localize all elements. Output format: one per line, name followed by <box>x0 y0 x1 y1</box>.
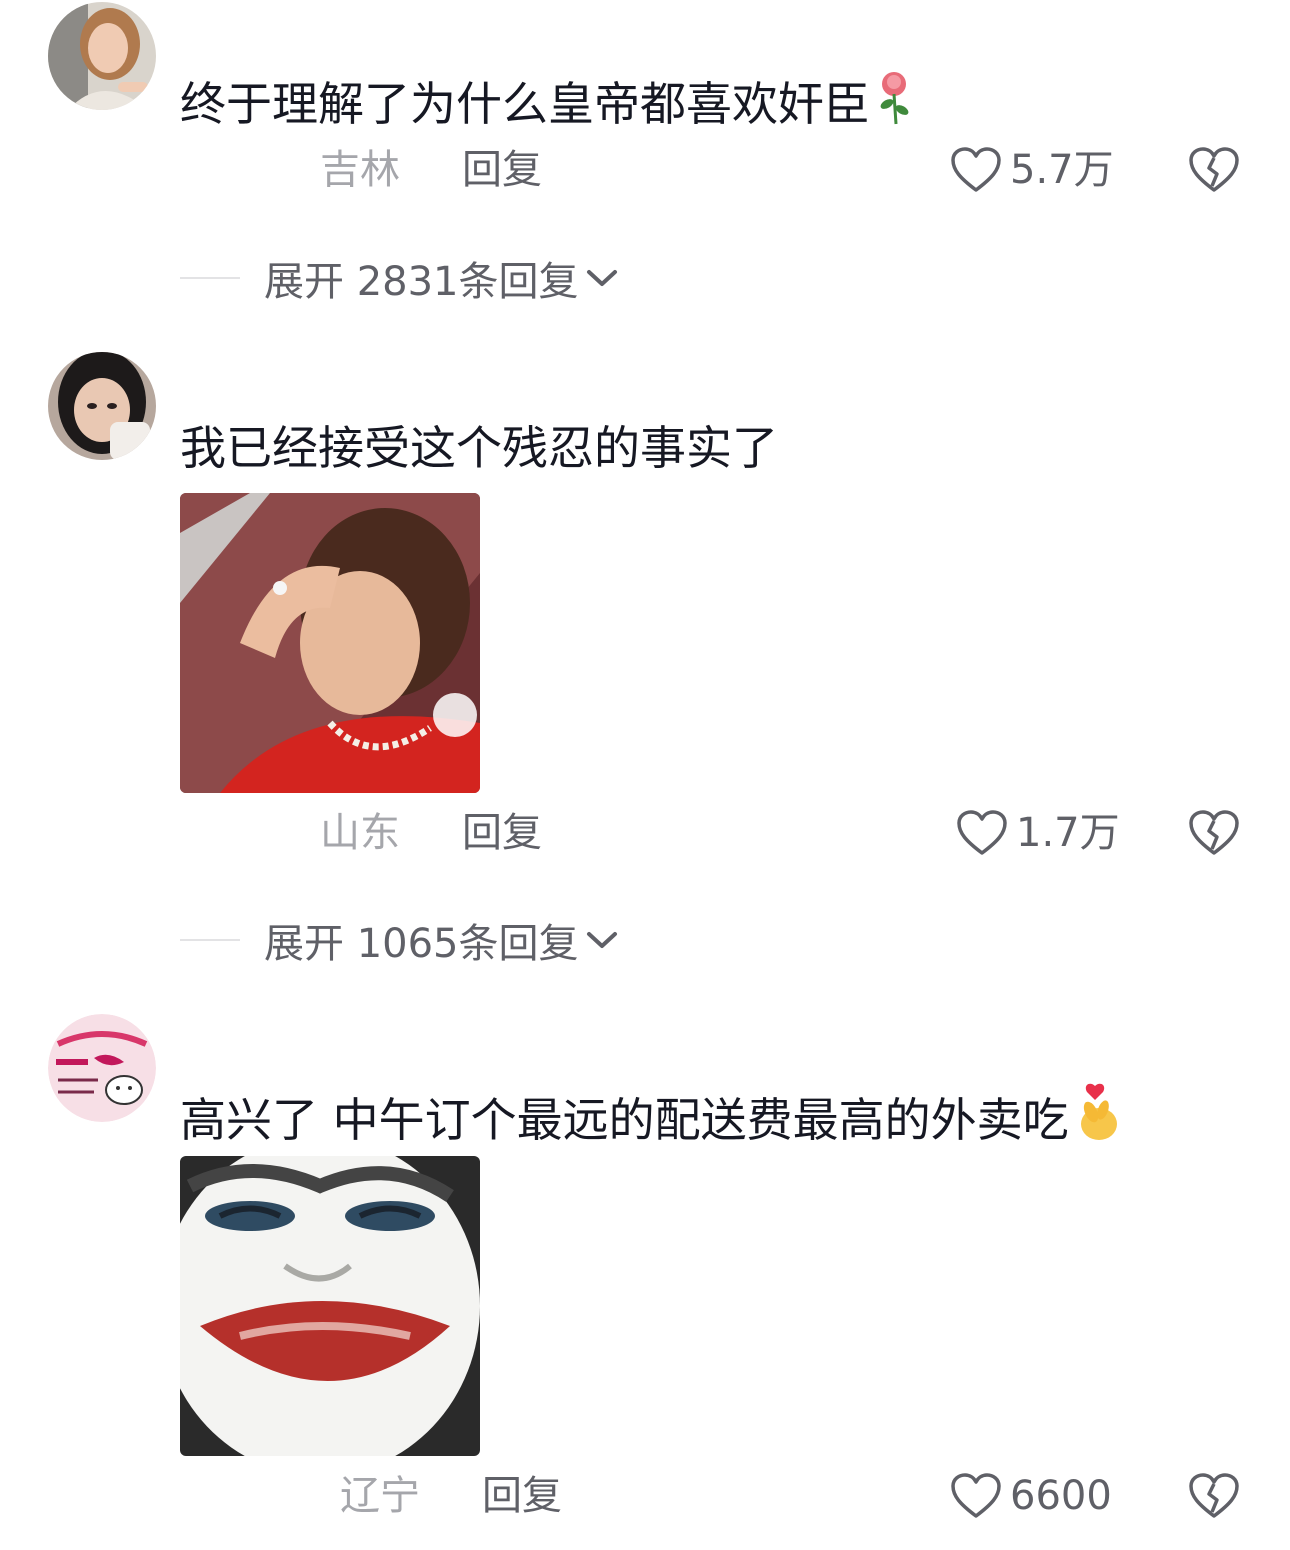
broken-heart-icon <box>1189 810 1239 855</box>
expand-replies-label: 展开 1065条回复 <box>264 921 579 967</box>
finger-heart-icon <box>1075 1082 1121 1156</box>
broken-heart-icon <box>1189 1473 1239 1518</box>
location-label: 辽宁 <box>340 1473 420 1519</box>
reply-button[interactable]: 回复 <box>482 1466 562 1526</box>
like-count: 1.7万 <box>1016 810 1120 856</box>
like-button[interactable]: 1.7万 <box>956 803 1120 863</box>
comment-image[interactable] <box>180 493 480 793</box>
comment-text: 终于理解了为什么皇帝都喜欢奸臣 <box>180 70 912 140</box>
comment-text-content: 高兴了 中午订个最远的配送费最高的外卖吃 <box>180 1093 1069 1147</box>
avatar[interactable] <box>48 352 156 460</box>
broken-heart-icon <box>1189 147 1239 192</box>
reply-button[interactable]: 回复 <box>462 803 542 863</box>
comment-text-content: 我已经接受这个残忍的事实了 <box>180 421 778 475</box>
expand-replies[interactable]: 展开 2831条回复 <box>180 248 619 308</box>
like-count: 5.7万 <box>1010 147 1114 193</box>
expand-replies[interactable]: 展开 1065条回复 <box>180 910 619 970</box>
comment-text: 我已经接受这个残忍的事实了 <box>180 418 778 478</box>
avatar[interactable] <box>48 1014 156 1122</box>
like-button[interactable]: 6600 <box>950 1466 1112 1526</box>
heart-outline-icon <box>957 810 1007 855</box>
dislike-button[interactable] <box>1188 1466 1240 1526</box>
avatar[interactable] <box>48 2 156 110</box>
comment-text-content: 终于理解了为什么皇帝都喜欢奸臣 <box>180 77 870 131</box>
dislike-button[interactable] <box>1188 140 1240 200</box>
like-button[interactable]: 5.7万 <box>950 140 1114 200</box>
comment-meta: 吉林 回复 5.7万 <box>0 140 1290 200</box>
expand-replies-label: 展开 2831条回复 <box>264 259 579 305</box>
location-label: 山东 <box>320 810 400 856</box>
chevron-down-icon <box>586 270 617 286</box>
expand-divider <box>180 939 240 941</box>
expand-divider <box>180 277 240 279</box>
chevron-down-icon <box>586 932 617 948</box>
dislike-button[interactable] <box>1188 803 1240 863</box>
heart-outline-icon <box>951 147 1001 192</box>
rose-icon <box>876 70 912 140</box>
comment-meta: 山东 回复 1.7万 <box>0 803 1290 863</box>
comment-image[interactable] <box>180 1156 480 1456</box>
comment-text: 高兴了 中午订个最远的配送费最高的外卖吃 <box>180 1082 1121 1156</box>
comment-meta: 辽宁 回复 6600 <box>0 1466 1290 1526</box>
location-label: 吉林 <box>320 147 400 193</box>
reply-button[interactable]: 回复 <box>462 140 542 200</box>
like-count: 6600 <box>1010 1473 1112 1519</box>
heart-outline-icon <box>951 1473 1001 1518</box>
